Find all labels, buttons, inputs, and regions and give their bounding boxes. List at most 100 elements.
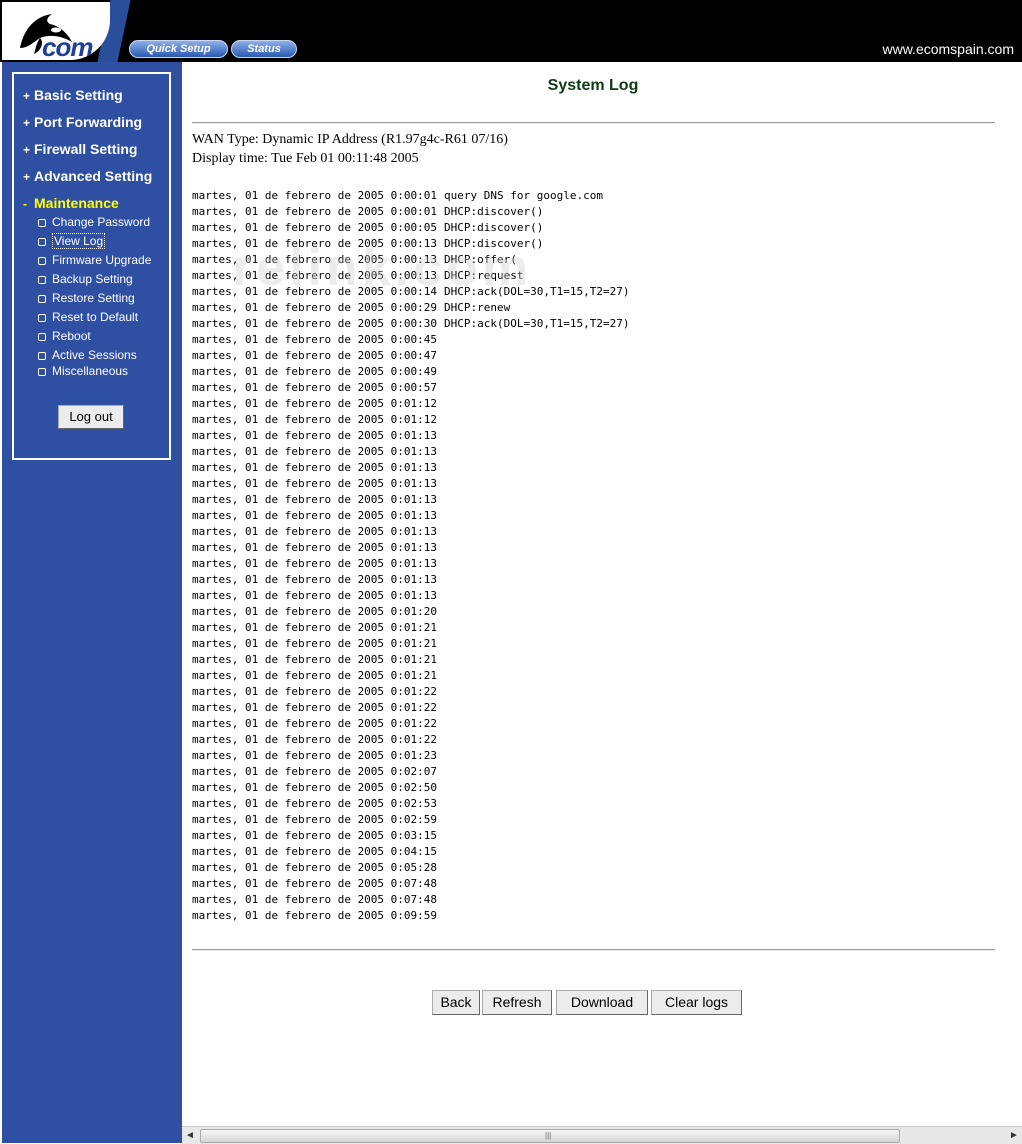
log-date: martes, 01 de febrero de 2005 0:01:22: [192, 733, 438, 746]
log-date: martes, 01 de febrero de 2005 0:09:59: [192, 909, 438, 922]
log-date: martes, 01 de febrero de 2005 0:00:29: [192, 301, 438, 314]
log-date: martes, 01 de febrero de 2005 0:01:13: [192, 573, 438, 586]
submenu-view-log[interactable]: View Log: [38, 233, 106, 249]
log-line: martes, 01 de febrero de 2005 0:01:13: [192, 556, 629, 572]
log-line: martes, 01 de febrero de 2005 0:00:14 DHC…: [192, 284, 629, 300]
log-date: martes, 01 de febrero de 2005 0:01:13: [192, 541, 438, 554]
download-button[interactable]: Download: [556, 990, 648, 1015]
log-line: martes, 01 de febrero de 2005 0:01:13: [192, 588, 629, 604]
menu-advanced-setting[interactable]: + Advanced Setting: [23, 168, 152, 184]
log-line: martes, 01 de febrero de 2005 0:01:22: [192, 732, 629, 748]
log-date: martes, 01 de febrero de 2005 0:01:13: [192, 493, 438, 506]
submenu-miscellaneous[interactable]: Miscellaneous: [38, 364, 128, 378]
log-line: martes, 01 de febrero de 2005 0:00:13 DHC…: [192, 236, 629, 252]
log-list: martes, 01 de febrero de 2005 0:00:01 que…: [192, 188, 629, 924]
log-date: martes, 01 de febrero de 2005 0:01:12: [192, 397, 438, 410]
submenu-backup-setting[interactable]: Backup Setting: [38, 272, 133, 286]
display-time-text: Display time: Tue Feb 01 00:11:48 2005: [192, 151, 419, 166]
log-date: martes, 01 de febrero de 2005 0:00:30: [192, 317, 438, 330]
log-message: DHCP:discover(): [444, 205, 544, 218]
log-date: martes, 01 de febrero de 2005 0:02:50: [192, 781, 438, 794]
log-line: martes, 01 de febrero de 2005 0:01:21: [192, 636, 629, 652]
submenu-restore-setting[interactable]: Restore Setting: [38, 291, 135, 305]
log-date: martes, 01 de febrero de 2005 0:02:53: [192, 797, 438, 810]
log-message: DHCP:offer(: [444, 253, 517, 266]
log-line: martes, 01 de febrero de 2005 0:01:13: [192, 444, 629, 460]
log-line: martes, 01 de febrero de 2005 0:00:05 DHC…: [192, 220, 629, 236]
log-line: martes, 01 de febrero de 2005 0:00:45: [192, 332, 629, 348]
log-line: martes, 01 de febrero de 2005 0:01:13: [192, 460, 629, 476]
log-date: martes, 01 de febrero de 2005 0:00:01: [192, 205, 438, 218]
scroll-right-icon[interactable]: ►: [1006, 1127, 1022, 1144]
log-line: martes, 01 de febrero de 2005 0:01:13: [192, 508, 629, 524]
back-button[interactable]: Back: [432, 990, 480, 1015]
log-line: martes, 01 de febrero de 2005 0:01:12: [192, 396, 629, 412]
log-line: martes, 01 de febrero de 2005 0:00:47: [192, 348, 629, 364]
submenu-reboot[interactable]: Reboot: [38, 329, 91, 343]
clear-logs-button[interactable]: Clear logs: [651, 990, 742, 1015]
log-date: martes, 01 de febrero de 2005 0:01:21: [192, 621, 438, 634]
log-date: martes, 01 de febrero de 2005 0:01:20: [192, 605, 438, 618]
log-date: martes, 01 de febrero de 2005 0:01:13: [192, 461, 438, 474]
scroll-left-icon[interactable]: ◄: [182, 1127, 198, 1144]
log-line: martes, 01 de febrero de 2005 0:01:13: [192, 476, 629, 492]
log-line: martes, 01 de febrero de 2005 0:03:15: [192, 828, 629, 844]
log-line: martes, 01 de febrero de 2005 0:01:13: [192, 492, 629, 508]
log-date: martes, 01 de febrero de 2005 0:01:13: [192, 557, 438, 570]
menu-firewall-setting[interactable]: + Firewall Setting: [23, 141, 137, 157]
log-date: martes, 01 de febrero de 2005 0:03:15: [192, 829, 438, 842]
log-date: martes, 01 de febrero de 2005 0:01:12: [192, 413, 438, 426]
submenu-active-sessions[interactable]: Active Sessions: [38, 348, 137, 362]
bullet-icon: [38, 257, 46, 265]
log-line: martes, 01 de febrero de 2005 0:01:13: [192, 572, 629, 588]
log-date: martes, 01 de febrero de 2005 0:01:13: [192, 445, 438, 458]
log-date: martes, 01 de febrero de 2005 0:05:28: [192, 861, 438, 874]
status-button[interactable]: Status: [231, 40, 297, 58]
header-bar: com Quick Setup Status www.ecomspain.com: [0, 0, 1022, 62]
bullet-icon: [38, 238, 46, 246]
log-date: martes, 01 de febrero de 2005 0:01:13: [192, 509, 438, 522]
submenu-change-password[interactable]: Change Password: [38, 215, 150, 229]
log-line: martes, 01 de febrero de 2005 0:07:48: [192, 876, 629, 892]
log-date: martes, 01 de febrero de 2005 0:04:15: [192, 845, 438, 858]
log-date: martes, 01 de febrero de 2005 0:07:48: [192, 893, 438, 906]
log-line: martes, 01 de febrero de 2005 0:04:15: [192, 844, 629, 860]
log-line: martes, 01 de febrero de 2005 0:00:49: [192, 364, 629, 380]
submenu-reset-to-default[interactable]: Reset to Default: [38, 310, 138, 324]
bullet-icon: [38, 314, 46, 322]
log-line: martes, 01 de febrero de 2005 0:02:50: [192, 780, 629, 796]
log-message: DHCP:discover(): [444, 237, 544, 250]
refresh-button[interactable]: Refresh: [482, 990, 552, 1015]
menu-port-forwarding[interactable]: + Port Forwarding: [23, 114, 142, 130]
log-date: martes, 01 de febrero de 2005 0:00:13: [192, 269, 438, 282]
scroll-thumb[interactable]: |||: [200, 1129, 900, 1143]
bullet-icon: [38, 368, 46, 376]
divider-top: [192, 122, 995, 124]
submenu-firmware-upgrade[interactable]: Firmware Upgrade: [38, 253, 151, 267]
log-date: martes, 01 de febrero de 2005 0:01:22: [192, 701, 438, 714]
log-line: martes, 01 de febrero de 2005 0:01:20: [192, 604, 629, 620]
log-line: martes, 01 de febrero de 2005 0:00:29 DHC…: [192, 300, 629, 316]
log-date: martes, 01 de febrero de 2005 0:00:05: [192, 221, 438, 234]
log-line: martes, 01 de febrero de 2005 0:02:53: [192, 796, 629, 812]
horizontal-scrollbar[interactable]: ◄ ||| ►: [182, 1126, 1022, 1144]
log-message: DHCP:ack(DOL=30,T1=15,T2=27): [444, 285, 630, 298]
log-message: query DNS for google.com: [444, 189, 603, 202]
log-line: martes, 01 de febrero de 2005 0:00:30 DHC…: [192, 316, 629, 332]
logout-button[interactable]: Log out: [58, 405, 124, 429]
log-line: martes, 01 de febrero de 2005 0:00:57: [192, 380, 629, 396]
divider-bottom: [192, 949, 995, 951]
log-date: martes, 01 de febrero de 2005 0:07:48: [192, 877, 438, 890]
log-date: martes, 01 de febrero de 2005 0:00:14: [192, 285, 438, 298]
log-line: martes, 01 de febrero de 2005 0:01:13: [192, 428, 629, 444]
quick-setup-button[interactable]: Quick Setup: [129, 40, 228, 58]
log-date: martes, 01 de febrero de 2005 0:01:21: [192, 669, 438, 682]
log-line: martes, 01 de febrero de 2005 0:01:21: [192, 620, 629, 636]
menu-maintenance[interactable]: - Maintenance: [23, 195, 119, 211]
log-date: martes, 01 de febrero de 2005 0:01:22: [192, 717, 438, 730]
menu-basic-setting[interactable]: + Basic Setting: [23, 87, 123, 103]
logo[interactable]: com: [2, 2, 110, 60]
bullet-icon: [38, 276, 46, 284]
log-line: martes, 01 de febrero de 2005 0:01:13: [192, 524, 629, 540]
bullet-icon: [38, 219, 46, 227]
